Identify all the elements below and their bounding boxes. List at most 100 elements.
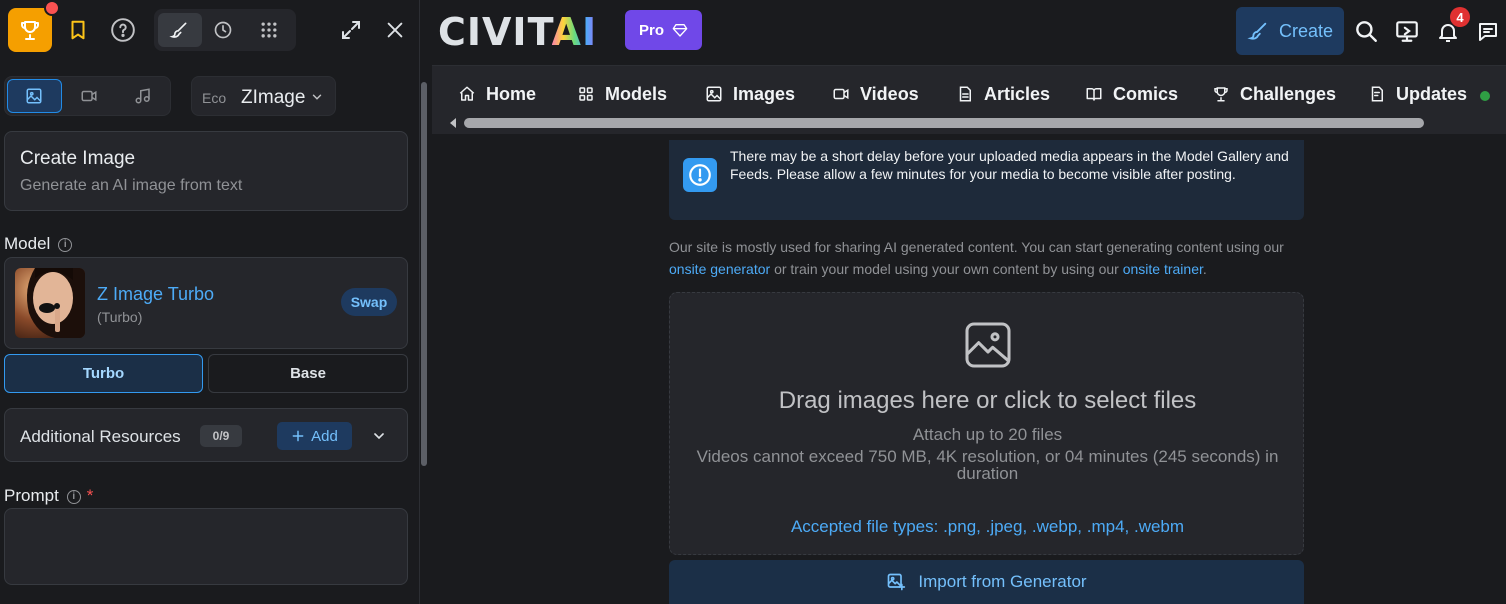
generator-mode-switch <box>154 9 296 51</box>
model-label: Model <box>4 234 51 253</box>
additional-resources-card: Additional Resources 0/9 Add <box>4 408 408 462</box>
diamond-icon <box>672 24 688 37</box>
trophy-icon <box>1214 87 1228 102</box>
brush-tab-area[interactable] <box>168 20 190 40</box>
import-label: Import from Generator <box>918 572 1087 591</box>
swap-button[interactable]: Swap <box>341 288 397 316</box>
nav-articles[interactable]: Articles <box>956 82 1050 106</box>
create-subtitle: Generate an AI image from text <box>20 177 243 194</box>
nav-images[interactable]: Images <box>705 82 795 106</box>
chevron-down-icon[interactable] <box>371 428 387 444</box>
expand-icon <box>342 21 360 39</box>
queue-tab[interactable] <box>212 20 234 40</box>
scrollbar-thumb[interactable] <box>421 82 427 466</box>
image-icon <box>26 88 42 104</box>
video-icon <box>833 88 849 100</box>
notice-text: There may be a short delay before your u… <box>730 148 1289 182</box>
expand-button[interactable] <box>338 17 364 43</box>
article-icon <box>959 86 971 102</box>
online-status-dot <box>1480 91 1490 101</box>
upload-delay-notice: There may be a short delay before your u… <box>669 140 1304 220</box>
generator-topbar <box>0 0 420 60</box>
site-header: CIVITAI Pro Create 4 <box>432 0 1506 66</box>
book-icon <box>1086 88 1102 101</box>
scroll-left-arrow[interactable] <box>450 118 456 128</box>
notification-count-badge: 4 <box>1450 7 1470 27</box>
site-area: CIVITAI Pro Create 4 Home Models Images … <box>432 0 1506 604</box>
image-upload-icon <box>965 322 1011 368</box>
resources-count-badge: 0/9 <box>200 425 242 447</box>
video-media-tab[interactable] <box>79 86 99 106</box>
info-icon[interactable]: i <box>58 237 73 252</box>
import-from-generator-button[interactable]: Import from Generator <box>669 560 1304 604</box>
model-thumbnail <box>15 268 85 338</box>
main-nav: Home Models Images Videos Articles Comic… <box>432 66 1506 134</box>
nav-comics[interactable]: Comics <box>1085 82 1178 106</box>
onsite-generator-link[interactable]: onsite generator <box>669 261 770 277</box>
model-variant: (Turbo) <box>97 309 143 325</box>
help-button[interactable] <box>110 17 136 43</box>
feed-tab[interactable] <box>258 20 280 40</box>
alert-icon <box>683 158 717 192</box>
nav-challenges[interactable]: Challenges <box>1212 82 1336 106</box>
image-tab-icon-wrap[interactable] <box>24 86 44 106</box>
nav-videos[interactable]: Videos <box>832 82 919 106</box>
onsite-trainer-link[interactable]: onsite trainer <box>1123 261 1203 277</box>
info-icon[interactable]: i <box>66 489 81 504</box>
close-button[interactable] <box>382 17 408 43</box>
clock-icon <box>214 21 232 39</box>
create-title: Create Image <box>20 148 136 169</box>
dropzone-title: Drag images here or click to select file… <box>778 387 1197 414</box>
base-toggle[interactable]: Base <box>208 354 408 393</box>
prompt-label: Prompt <box>4 486 59 505</box>
add-resource-button[interactable]: Add <box>277 422 352 450</box>
nav-models[interactable]: Models <box>577 82 667 106</box>
prompt-textarea[interactable] <box>4 508 408 585</box>
bookmark-icon <box>71 20 85 40</box>
monitor-icon <box>1396 21 1418 42</box>
plus-icon <box>292 430 304 442</box>
base-model-select[interactable]: Eco ZImage <box>191 76 336 116</box>
model-name-link[interactable]: Z Image Turbo <box>97 284 214 305</box>
eco-label: Eco <box>202 90 227 106</box>
create-image-card[interactable]: Create Image Generate an AI image from t… <box>4 131 408 211</box>
trophy-button[interactable] <box>8 8 52 52</box>
nav-scrollbar[interactable] <box>450 117 1490 129</box>
video-icon <box>81 90 97 102</box>
trophy-notification-dot <box>44 0 60 16</box>
brush-icon <box>1247 22 1267 40</box>
civitai-logo[interactable]: CIVITAI <box>438 10 597 54</box>
updates-icon <box>1371 86 1383 102</box>
bookmark-button[interactable] <box>64 16 92 44</box>
generator-panel: Eco ZImage Create Image Generate an AI i… <box>0 0 420 604</box>
home-icon <box>459 86 475 101</box>
pro-button[interactable]: Pro <box>625 10 702 50</box>
nav-updates[interactable]: Updates <box>1368 82 1467 106</box>
site-description: Our site is mostly used for sharing AI g… <box>669 239 1284 277</box>
required-mark: * <box>86 486 94 505</box>
search-button[interactable] <box>1352 17 1380 45</box>
chat-button[interactable] <box>1474 18 1502 46</box>
additional-resources-label: Additional Resources <box>20 427 181 446</box>
image-add-icon <box>888 573 906 591</box>
image-icon <box>706 86 722 102</box>
add-resource-label: Add <box>311 427 338 445</box>
app-root: Eco ZImage Create Image Generate an AI i… <box>0 0 1506 604</box>
pro-label: Pro <box>638 21 664 39</box>
cast-button[interactable] <box>1393 17 1421 45</box>
audio-media-tab[interactable] <box>133 86 153 106</box>
model-label-row: Model i <box>4 234 73 254</box>
turbo-toggle[interactable]: Turbo <box>4 354 203 393</box>
media-type-switch <box>4 76 171 116</box>
nav-scrollbar-thumb[interactable] <box>464 118 1424 128</box>
upload-dropzone[interactable]: Drag images here or click to select file… <box>669 292 1304 555</box>
generator-scrollbar[interactable] <box>420 66 428 604</box>
create-button[interactable]: Create <box>1236 7 1344 55</box>
chevron-down-icon <box>312 94 322 100</box>
prompt-label-row: Prompt i * <box>4 486 93 506</box>
accepted-file-types: Accepted file types: .png, .jpeg, .webp,… <box>790 517 1185 536</box>
dropzone-video-limits: Videos cannot exceed 750 MB, 4K resoluti… <box>696 447 1279 483</box>
grid-icon <box>579 87 593 101</box>
nav-home[interactable]: Home <box>458 82 536 106</box>
close-icon <box>387 22 403 38</box>
